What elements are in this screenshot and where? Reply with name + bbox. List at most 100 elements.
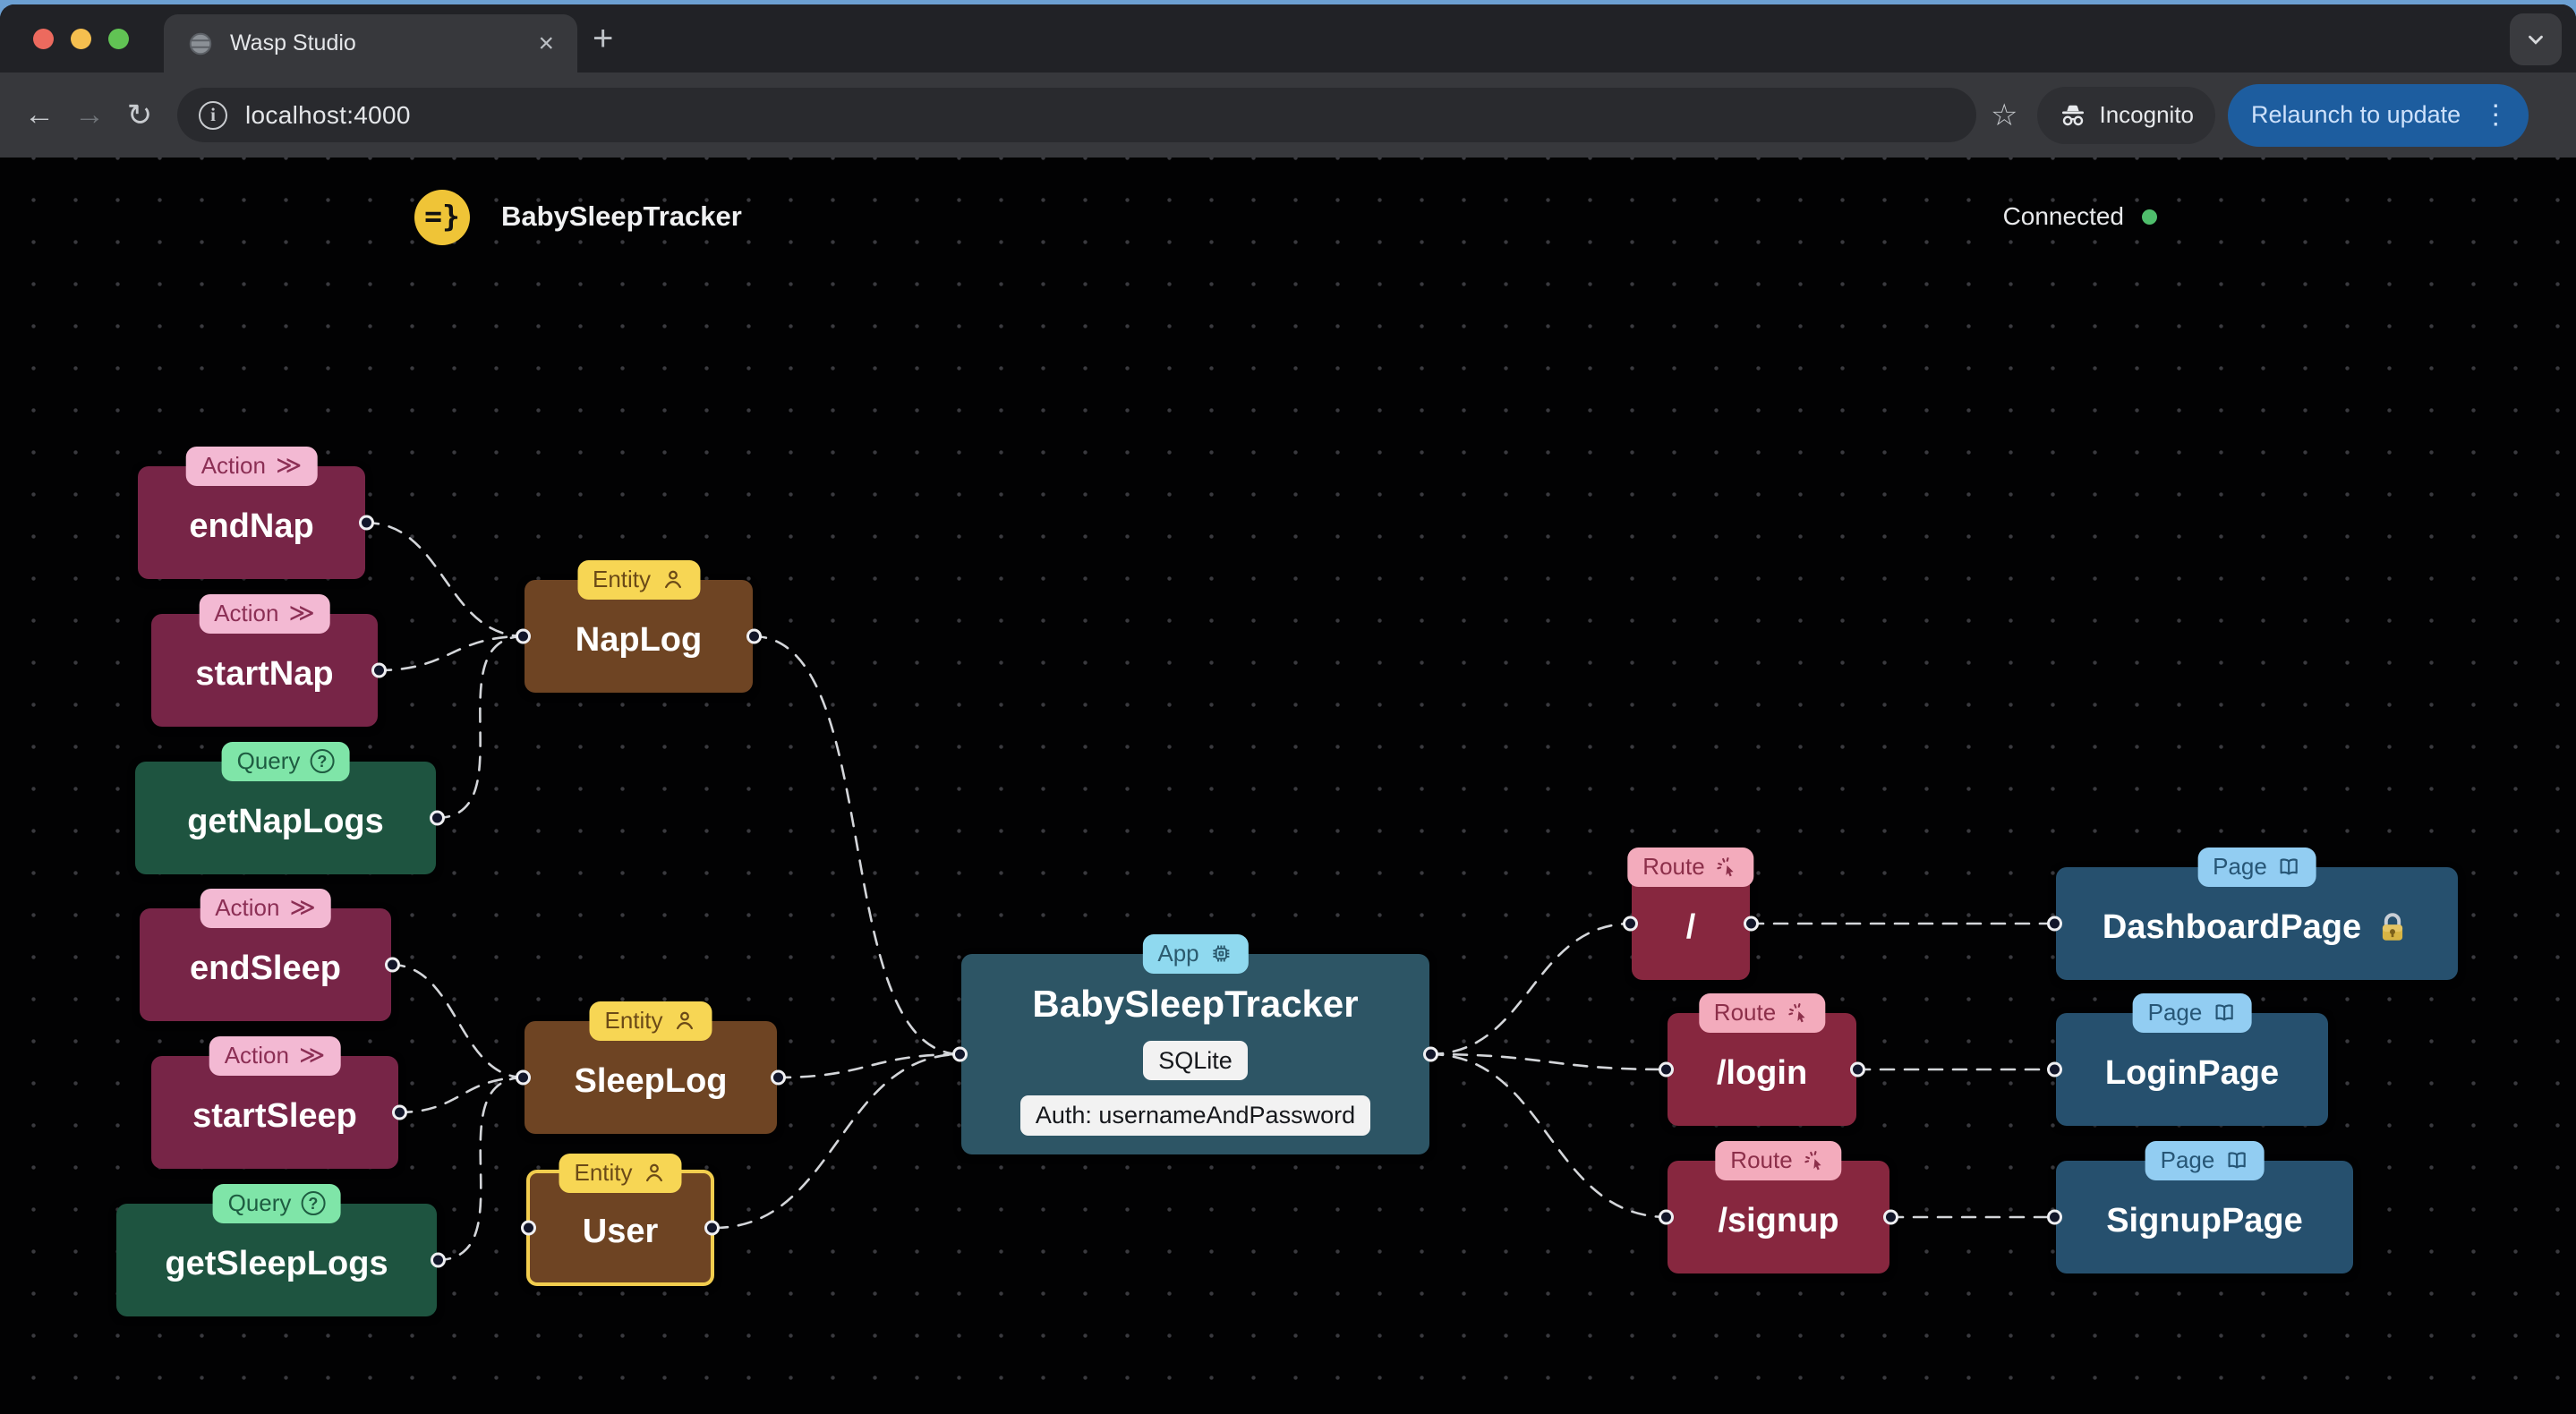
app-db-pill: SQLite bbox=[1143, 1041, 1248, 1081]
edge-startSleep-to-SleepLog bbox=[397, 1076, 526, 1114]
edge-endSleep-to-SleepLog bbox=[389, 963, 526, 1079]
node-handle-left[interactable] bbox=[952, 1046, 968, 1062]
node-badge-label: Route bbox=[1642, 853, 1705, 881]
node-handle-left[interactable] bbox=[516, 628, 531, 644]
entity-person-icon bbox=[664, 571, 681, 589]
node-badge-label: Action bbox=[215, 894, 280, 922]
entity-person-icon bbox=[646, 1164, 663, 1182]
node-badge-label: Entity bbox=[592, 566, 652, 593]
node-badge-action: Action ≫ bbox=[199, 594, 330, 634]
node-handle-right[interactable] bbox=[392, 1104, 407, 1120]
browser-toolbar: ← → ↻ i localhost:4000 ☆ Incognito Relau… bbox=[0, 72, 2576, 158]
node-handle-left[interactable] bbox=[2047, 916, 2062, 932]
node-handle-left[interactable] bbox=[2047, 1209, 2062, 1225]
tab-search-chevron-button[interactable] bbox=[2510, 13, 2562, 65]
route-cursor-click-icon bbox=[1804, 1151, 1821, 1171]
node-handle-right[interactable] bbox=[430, 810, 445, 826]
node-handle-right[interactable] bbox=[746, 628, 762, 644]
node-badge-query: Query? bbox=[212, 1184, 341, 1223]
node-handle-right[interactable] bbox=[371, 662, 387, 678]
node-handle-right[interactable] bbox=[1423, 1046, 1438, 1062]
node-badge-query: Query? bbox=[221, 742, 350, 781]
window-close-button[interactable] bbox=[33, 29, 54, 49]
browser-menu-kebab-icon[interactable]: ⋮ bbox=[2477, 99, 2514, 131]
node-SignupPage[interactable]: Page SignupPage bbox=[2047, 1141, 2353, 1273]
tab-favicon-globe-icon bbox=[189, 32, 212, 55]
node-route-login[interactable]: Route/login bbox=[1659, 993, 1865, 1126]
browser-tab[interactable]: Wasp Studio × bbox=[164, 14, 577, 72]
tab-close-icon[interactable]: × bbox=[531, 29, 561, 59]
route-cursor-click-icon bbox=[1788, 1003, 1805, 1023]
node-label: BabySleepTracker bbox=[1032, 983, 1359, 1025]
action-chevrons-icon: ≫ bbox=[289, 893, 316, 921]
incognito-badge: Incognito bbox=[2037, 86, 2216, 144]
edge-endNap-to-NapLog bbox=[363, 521, 526, 638]
node-handle-left[interactable] bbox=[2047, 1061, 2062, 1078]
node-startSleep[interactable]: Action ≫ startSleep bbox=[151, 1036, 407, 1169]
node-badge-label: Entity bbox=[604, 1007, 663, 1035]
window-zoom-button[interactable] bbox=[108, 29, 129, 49]
relaunch-label: Relaunch to update bbox=[2251, 101, 2461, 128]
node-badge-action: Action ≫ bbox=[200, 889, 331, 928]
app-node-body: BabySleepTracker SQLite Auth: usernameAn… bbox=[961, 954, 1429, 1154]
node-endNap[interactable]: Action ≫ endNap bbox=[138, 447, 374, 579]
node-badge-app: App bbox=[1142, 934, 1249, 974]
node-handle-right[interactable] bbox=[704, 1220, 720, 1236]
node-handle-right[interactable] bbox=[431, 1252, 446, 1268]
node-DashboardPage[interactable]: Page DashboardPage bbox=[2047, 848, 2458, 980]
node-handle-right[interactable] bbox=[1744, 916, 1759, 932]
wasp-studio-canvas[interactable]: Action ≫ endNap Action ≫ startNap Query? getNap… bbox=[0, 158, 2576, 1414]
query-question-icon: ? bbox=[301, 1191, 326, 1216]
route-cursor-click-icon bbox=[1717, 857, 1734, 877]
browser-window: Wasp Studio × + ← → ↻ i localhost:4000 ☆… bbox=[0, 4, 2576, 1414]
node-route-signup[interactable]: Route/signup bbox=[1659, 1141, 1898, 1273]
node-handle-right[interactable] bbox=[385, 957, 400, 973]
site-info-icon[interactable]: i bbox=[199, 100, 227, 130]
tab-strip: Wasp Studio × + bbox=[0, 4, 2576, 72]
node-badge-label: Page bbox=[2160, 1146, 2215, 1174]
node-badge-page: Page bbox=[2132, 993, 2252, 1033]
node-handle-right[interactable] bbox=[359, 515, 374, 531]
node-badge-label: Query bbox=[227, 1189, 292, 1217]
node-startNap[interactable]: Action ≫ startNap bbox=[151, 594, 387, 727]
node-app[interactable]: App BabySleepTracker SQLite Auth: userna… bbox=[952, 934, 1438, 1154]
chevron-down-icon bbox=[2529, 35, 2543, 45]
incognito-label: Incognito bbox=[2099, 101, 2195, 128]
entity-person-icon bbox=[677, 1012, 694, 1030]
node-handle-left[interactable] bbox=[1659, 1209, 1674, 1225]
relaunch-to-update-button[interactable]: Relaunch to update ⋮ bbox=[2228, 83, 2529, 147]
node-badge-label: Entity bbox=[574, 1159, 633, 1187]
forward-button-arrow-right-icon[interactable]: → bbox=[64, 98, 115, 132]
node-getNapLogs[interactable]: Query? getNapLogs bbox=[135, 742, 445, 874]
bookmark-star-icon[interactable]: ☆ bbox=[1991, 98, 2017, 133]
node-SleepLog[interactable]: Entity SleepLog bbox=[516, 1001, 786, 1134]
node-handle-right[interactable] bbox=[771, 1069, 786, 1086]
protected-lock-icon bbox=[2383, 913, 2403, 941]
node-endSleep[interactable]: Action ≫ endSleep bbox=[140, 889, 400, 1021]
node-handle-left[interactable] bbox=[1659, 1061, 1674, 1078]
new-tab-button-plus-icon[interactable]: + bbox=[593, 21, 613, 56]
node-NapLog[interactable]: Entity NapLog bbox=[516, 560, 762, 693]
incognito-icon bbox=[2062, 105, 2085, 125]
back-button-arrow-left-icon[interactable]: ← bbox=[14, 98, 64, 132]
reload-button-icon[interactable]: ↻ bbox=[115, 98, 165, 133]
node-handle-left[interactable] bbox=[1623, 916, 1638, 932]
edge-getSleepLogs-to-SleepLog bbox=[435, 1076, 526, 1262]
node-handle-right[interactable] bbox=[1850, 1061, 1865, 1078]
node-route-root[interactable]: Route / bbox=[1623, 848, 1759, 980]
node-handle-left[interactable] bbox=[521, 1220, 536, 1236]
node-badge-entity: Entity bbox=[576, 560, 701, 600]
edge-SleepLog-to-app bbox=[775, 1052, 963, 1079]
node-getSleepLogs[interactable]: Query? getSleepLogs bbox=[116, 1184, 446, 1316]
app-chip-icon bbox=[1213, 945, 1230, 962]
page-book-icon bbox=[2215, 1004, 2233, 1021]
window-minimize-button[interactable] bbox=[71, 29, 91, 49]
node-User[interactable]: Entity User bbox=[521, 1154, 720, 1286]
url-bar[interactable]: i localhost:4000 bbox=[177, 88, 1976, 142]
node-badge-label: Route bbox=[1713, 999, 1777, 1026]
node-badge-label: Action bbox=[224, 1042, 289, 1069]
node-badge-label: Route bbox=[1730, 1146, 1793, 1174]
node-handle-left[interactable] bbox=[516, 1069, 531, 1086]
node-LoginPage[interactable]: Page LoginPage bbox=[2047, 993, 2328, 1126]
node-handle-right[interactable] bbox=[1883, 1209, 1898, 1225]
